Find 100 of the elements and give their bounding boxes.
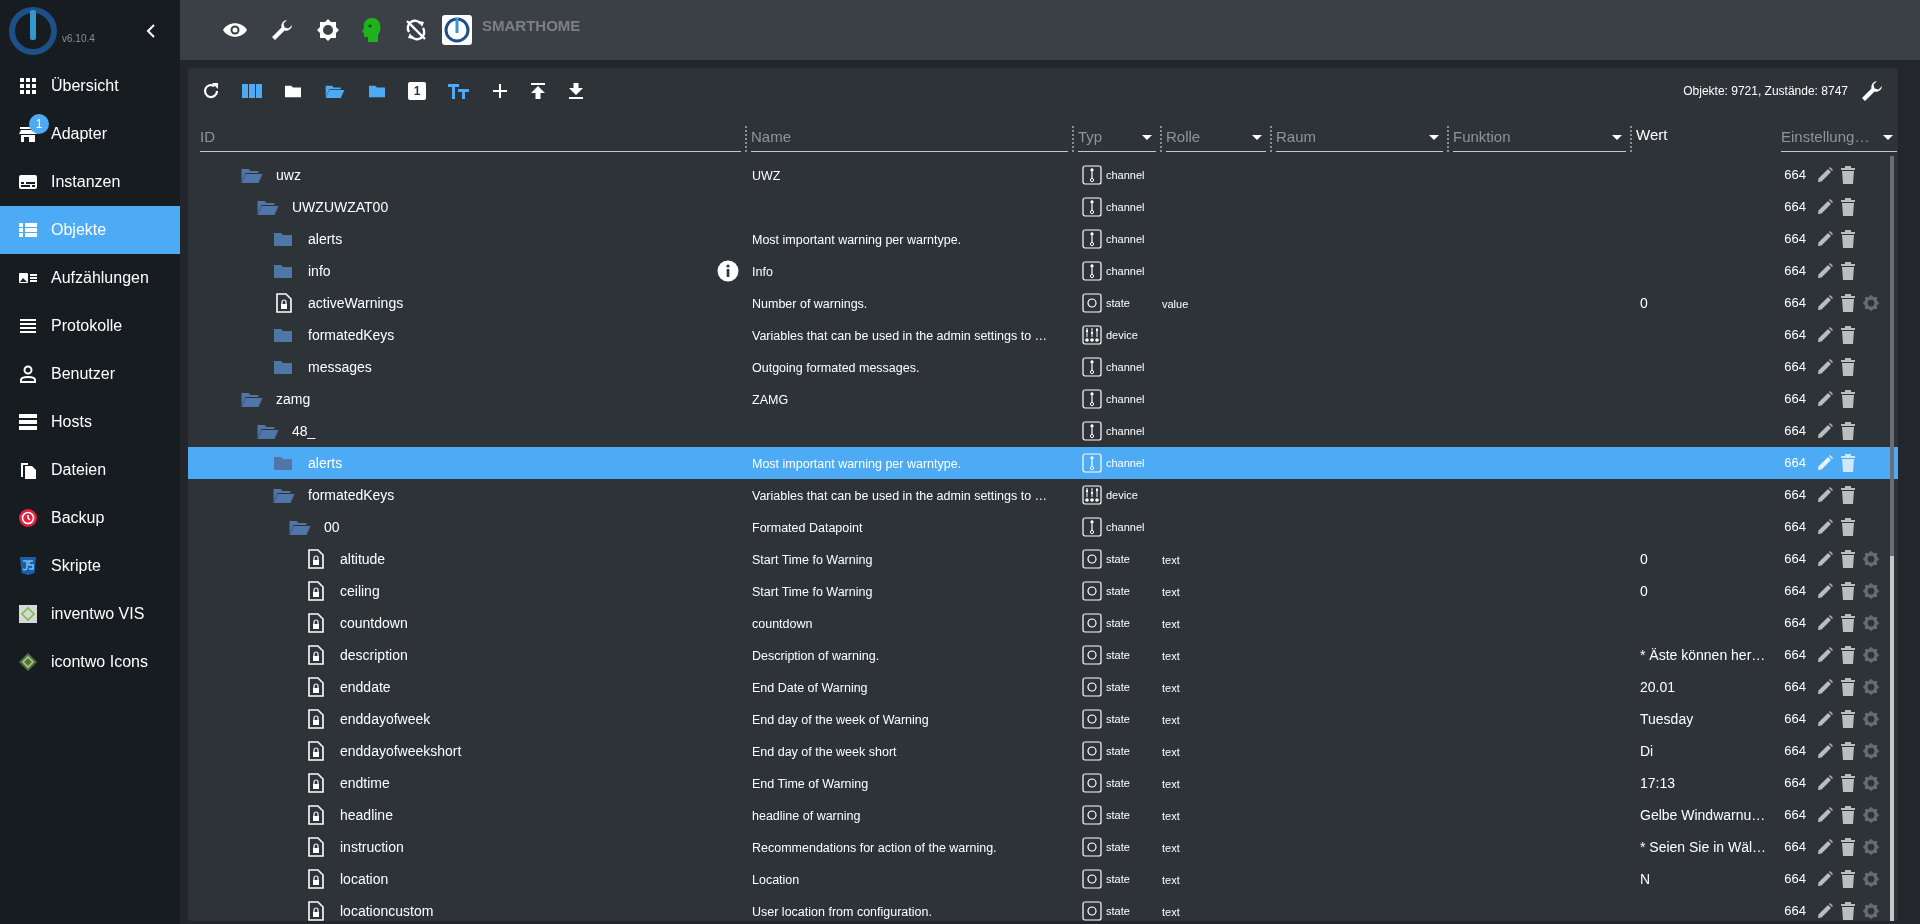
sidebar-item[interactable]: Protokolle (0, 302, 180, 350)
edit-icon[interactable] (1816, 742, 1834, 760)
delete-icon[interactable] (1841, 390, 1855, 408)
tree-row[interactable]: enddayofweekshort End day of the week short state text Di 664 (188, 735, 1898, 767)
delete-icon[interactable] (1841, 166, 1855, 184)
edit-icon[interactable] (1816, 390, 1834, 408)
sidebar-item[interactable]: Benutzer (0, 350, 180, 398)
settings-icon[interactable] (1862, 294, 1880, 312)
edit-icon[interactable] (1816, 710, 1834, 728)
tree-row[interactable]: messages Outgoing formated messages. channel 664 (188, 351, 1898, 383)
sidebar-item[interactable]: Hosts (0, 398, 180, 446)
scrollbar[interactable] (1890, 156, 1894, 921)
edit-icon[interactable] (1816, 326, 1834, 344)
tree-row[interactable]: description Description of warning. state text * Äste können her… 664 (188, 639, 1898, 671)
settings-icon[interactable] (1862, 550, 1880, 568)
sync-off-icon[interactable] (404, 18, 428, 42)
settings-icon[interactable] (1862, 806, 1880, 824)
download-icon[interactable] (568, 82, 584, 100)
sidebar-item[interactable]: Aufzählungen (0, 254, 180, 302)
delete-icon[interactable] (1841, 582, 1855, 600)
tree-row[interactable]: formatedKeys Variables that can be used in the admin settings to … device 664 (188, 319, 1898, 351)
delete-icon[interactable] (1841, 422, 1855, 440)
tree-row[interactable]: endtime End Time of Warning state text 17:13 664 (188, 767, 1898, 799)
sidebar-item[interactable]: icontwo Icons (0, 638, 180, 686)
tree-row[interactable]: location Location state text N 664 (188, 863, 1898, 895)
head-icon[interactable] (362, 17, 382, 43)
edit-icon[interactable] (1816, 582, 1834, 600)
settings-icon[interactable] (1862, 902, 1880, 920)
tree-row[interactable]: ceiling Start Time fo Warning state text 0 664 (188, 575, 1898, 607)
filter-select[interactable]: Einstellung… (1781, 124, 1897, 152)
settings-icon[interactable] (1862, 582, 1880, 600)
settings-icon[interactable] (1862, 870, 1880, 888)
tree-row[interactable]: uwz UWZ channel 664 (188, 159, 1898, 191)
filter-select[interactable]: Typ (1078, 124, 1156, 152)
edit-icon[interactable] (1816, 774, 1834, 792)
edit-icon[interactable] (1816, 870, 1834, 888)
edit-icon[interactable] (1816, 614, 1834, 632)
settings-icon[interactable] (1862, 774, 1880, 792)
folder-open-icon[interactable] (240, 390, 264, 408)
folder-open-icon[interactable] (324, 83, 346, 99)
edit-icon[interactable] (1816, 806, 1834, 824)
wrench-icon[interactable] (270, 18, 294, 42)
sidebar-item[interactable]: Instanzen (0, 158, 180, 206)
folder-icon[interactable] (368, 83, 386, 99)
tree-row[interactable]: countdown countdown state text 664 (188, 607, 1898, 639)
edit-icon[interactable] (1816, 646, 1834, 664)
tree-row[interactable]: locationcustom User location from configuration. state text 664 (188, 895, 1898, 921)
delete-icon[interactable] (1841, 678, 1855, 696)
folder-open-icon[interactable] (272, 486, 296, 504)
settings-icon[interactable] (1862, 614, 1880, 632)
delete-icon[interactable] (1841, 902, 1855, 920)
settings-icon[interactable] (1862, 838, 1880, 856)
settings-icon[interactable] (1862, 678, 1880, 696)
tree-row[interactable]: alerts Most important warning per warntype. channel 664 (188, 223, 1898, 255)
filter-select[interactable]: Funktion (1453, 124, 1626, 152)
delete-icon[interactable] (1841, 326, 1855, 344)
tree-row[interactable]: headline headline of warning state text Gelbe Windwarnu… 664 (188, 799, 1898, 831)
tree-row[interactable]: 00 Formated Datapoint channel 664 (188, 511, 1898, 543)
page-number-toggle[interactable]: 1 (408, 82, 426, 100)
edit-icon[interactable] (1816, 838, 1834, 856)
sidebar-item[interactable]: Backup (0, 494, 180, 542)
edit-icon[interactable] (1816, 422, 1834, 440)
edit-icon[interactable] (1816, 262, 1834, 280)
edit-icon[interactable] (1816, 518, 1834, 536)
sidebar-item[interactable]: inventwo VIS (0, 590, 180, 638)
delete-icon[interactable] (1841, 486, 1855, 504)
delete-icon[interactable] (1841, 742, 1855, 760)
delete-icon[interactable] (1841, 646, 1855, 664)
collapse-icon[interactable] (146, 24, 156, 38)
edit-icon[interactable] (1816, 486, 1834, 504)
delete-icon[interactable] (1841, 358, 1855, 376)
tree-row[interactable]: enddate End Date of Warning state text 20.01 664 (188, 671, 1898, 703)
sidebar-item[interactable]: Skripte (0, 542, 180, 590)
settings-icon[interactable] (1862, 646, 1880, 664)
folder-icon[interactable] (284, 83, 302, 99)
tree-row[interactable]: activeWarnings Number of warnings. state value 0 664 (188, 287, 1898, 319)
edit-icon[interactable] (1816, 198, 1834, 216)
edit-icon[interactable] (1816, 230, 1834, 248)
folder-open-icon[interactable] (256, 198, 280, 216)
sidebar-item[interactable]: Dateien (0, 446, 180, 494)
tree-row[interactable]: instruction Recommendations for action of the warning. state text * Seien Sie in Wäl… 664 (188, 831, 1898, 863)
columns-icon[interactable] (242, 83, 262, 99)
delete-icon[interactable] (1841, 710, 1855, 728)
refresh-icon[interactable] (202, 82, 220, 100)
info-icon[interactable] (717, 260, 739, 282)
delete-icon[interactable] (1841, 262, 1855, 280)
add-icon[interactable] (492, 83, 508, 99)
folder-open-icon[interactable] (288, 518, 312, 536)
delete-icon[interactable] (1841, 294, 1855, 312)
folder-open-icon[interactable] (256, 422, 280, 440)
tree-row[interactable]: zamg ZAMG channel 664 (188, 383, 1898, 415)
settings-icon[interactable] (1862, 710, 1880, 728)
delete-icon[interactable] (1841, 806, 1855, 824)
delete-icon[interactable] (1841, 774, 1855, 792)
tree-row[interactable]: altitude Start Time fo Warning state text 0 664 (188, 543, 1898, 575)
filter-select[interactable]: Rolle (1166, 124, 1266, 152)
delete-icon[interactable] (1841, 550, 1855, 568)
eye-icon[interactable] (222, 21, 248, 39)
tree-row[interactable]: enddayofweek End day of the week of Warning state text Tuesday 664 (188, 703, 1898, 735)
delete-icon[interactable] (1841, 870, 1855, 888)
